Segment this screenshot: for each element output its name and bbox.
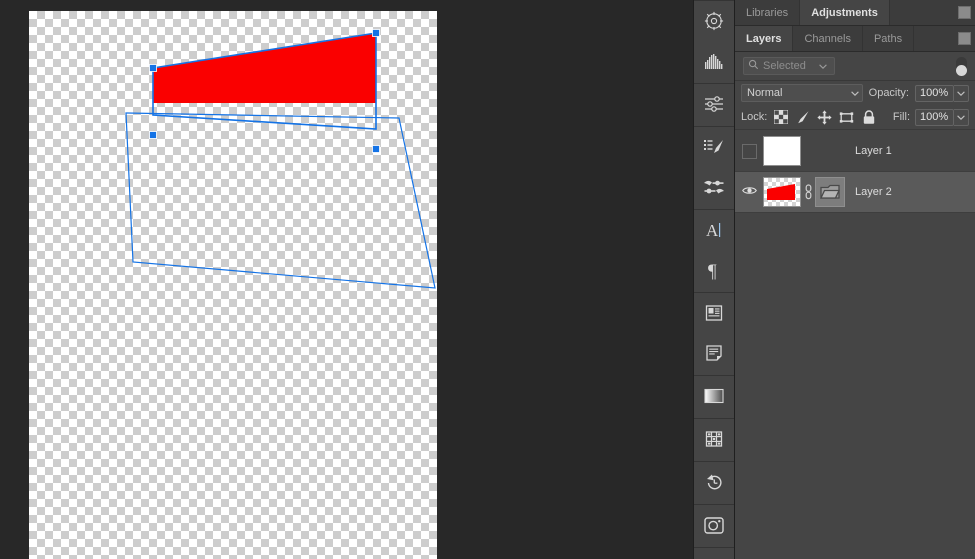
lock-position-move-icon[interactable] xyxy=(816,109,833,126)
table-row[interactable]: Layer 2 xyxy=(735,172,975,213)
fill-stepper-chevron-down-icon[interactable] xyxy=(954,108,969,126)
lock-row: Lock: Fill: 100% xyxy=(735,105,975,130)
fill-control: 100% xyxy=(915,108,969,126)
panel-menu-glyph xyxy=(957,32,971,45)
layer-name-1: Layer 1 xyxy=(855,145,892,157)
blend-mode-value: Normal xyxy=(747,87,783,99)
paragraph-icon[interactable]: ¶ xyxy=(694,250,734,290)
dock-top-tabstrip: Libraries Adjustments xyxy=(735,0,975,26)
brush-presets-icon[interactable] xyxy=(694,127,734,167)
opacity-input[interactable]: 100% xyxy=(915,84,954,102)
table-row[interactable]: Layer 1 xyxy=(735,131,975,172)
rail-group-adjustments xyxy=(694,84,734,127)
layers-panel-tabstrip: Layers Channels Paths xyxy=(735,26,975,52)
layer-panel-empty-area xyxy=(735,231,975,559)
folder-shape-icon xyxy=(819,184,841,199)
fill-input[interactable]: 100% xyxy=(915,108,954,126)
rail-group-camera xyxy=(694,505,734,548)
layer-filter-row: Selected xyxy=(735,52,975,81)
tab-adjustments[interactable]: Adjustments xyxy=(800,0,890,25)
thumbnail-shape xyxy=(767,184,795,200)
opacity-label: Opacity: xyxy=(868,87,909,99)
tab-channels[interactable]: Channels xyxy=(793,26,863,51)
sliders-icon[interactable] xyxy=(694,84,734,124)
opacity-stepper-chevron-down-icon[interactable] xyxy=(954,84,969,102)
right-panel-dock: Libraries Adjustments Layers Channels Pa… xyxy=(735,0,975,559)
layer-thumbnail-1[interactable] xyxy=(763,136,801,166)
red-quadrilateral-shape[interactable] xyxy=(153,33,376,103)
thumbnail-content-white xyxy=(764,137,800,165)
svg-text:A: A xyxy=(706,221,719,240)
image-canvas[interactable] xyxy=(29,11,437,559)
handle-top-right[interactable] xyxy=(372,29,380,37)
handle-top-left[interactable] xyxy=(149,64,157,72)
blend-mode-select[interactable]: Normal xyxy=(741,84,863,102)
document-area xyxy=(0,0,693,559)
layer-mask-thumbnail-2[interactable] xyxy=(815,177,845,207)
tab-libraries[interactable]: Libraries xyxy=(735,0,801,25)
search-icon xyxy=(748,59,759,73)
layer-visibility-toggle-1[interactable] xyxy=(735,131,763,171)
handle-bottom-left[interactable] xyxy=(149,131,157,139)
app-window: A ¶ Libraries Adjustments Layers Channel… xyxy=(0,0,975,559)
tabstrip-filler xyxy=(889,0,953,25)
layer-filter-select[interactable]: Selected xyxy=(743,57,835,75)
character-icon[interactable]: A xyxy=(694,210,734,250)
compass-rose-icon[interactable] xyxy=(694,1,734,41)
lock-label: Lock: xyxy=(741,111,768,123)
eye-icon-off xyxy=(741,143,757,159)
rail-group-gradients xyxy=(694,376,734,419)
tab-layers[interactable]: Layers xyxy=(735,26,794,51)
layer-filter-value: Selected xyxy=(763,60,806,72)
layer-list: Layer 1 Layer 2 xyxy=(735,130,975,213)
history-icon[interactable] xyxy=(694,462,734,502)
tab-paths[interactable]: Paths xyxy=(862,26,915,51)
rail-group-type: A ¶ xyxy=(694,210,734,293)
rail-group-history xyxy=(694,462,734,505)
lock-artboard-nesting-icon[interactable] xyxy=(838,109,855,126)
chevron-down-icon[interactable] xyxy=(816,63,830,69)
fill-label: Fill: xyxy=(892,111,910,123)
svg-text:¶: ¶ xyxy=(708,261,717,280)
panel-icon-rail: A ¶ xyxy=(693,0,735,559)
paragraph-styles-icon[interactable] xyxy=(694,333,734,373)
layer-visibility-toggle-2[interactable] xyxy=(735,172,763,212)
tabstrip-filler xyxy=(914,26,953,51)
transform-overlay xyxy=(125,29,436,289)
rail-group-brushes xyxy=(694,127,734,210)
patterns-icon[interactable] xyxy=(694,419,734,459)
warp-outer-boundary xyxy=(125,112,436,289)
camera-icon[interactable] xyxy=(694,505,734,545)
layer-mask-link-icon[interactable] xyxy=(801,184,815,200)
lock-all-padlock-icon[interactable] xyxy=(860,109,877,126)
lock-transparent-pixels-icon[interactable] xyxy=(772,109,789,126)
gradient-icon[interactable] xyxy=(694,376,734,416)
filter-enable-toggle[interactable] xyxy=(956,56,967,76)
filter-toggle-knob xyxy=(956,64,967,76)
opacity-control: 100% xyxy=(915,84,969,102)
histogram-icon[interactable] xyxy=(694,41,734,81)
panel-menu-glyph xyxy=(957,6,971,19)
rail-group-patterns xyxy=(694,419,734,462)
panel-menu-icon-layers[interactable] xyxy=(953,26,975,51)
brush-settings-icon[interactable] xyxy=(694,167,734,207)
blend-mode-row: Normal Opacity: 100% xyxy=(735,81,975,105)
layer-name-2: Layer 2 xyxy=(855,186,892,198)
character-styles-icon[interactable] xyxy=(694,293,734,333)
chevron-down-icon[interactable] xyxy=(848,90,862,96)
lock-image-pixels-brush-icon[interactable] xyxy=(794,109,811,126)
rail-group-styles xyxy=(694,293,734,376)
panel-menu-icon-top[interactable] xyxy=(953,0,975,25)
eye-icon xyxy=(741,185,757,199)
handle-bottom-right[interactable] xyxy=(372,145,380,153)
layer-thumbnail-2[interactable] xyxy=(763,177,801,207)
rail-group-navigator xyxy=(694,0,734,84)
